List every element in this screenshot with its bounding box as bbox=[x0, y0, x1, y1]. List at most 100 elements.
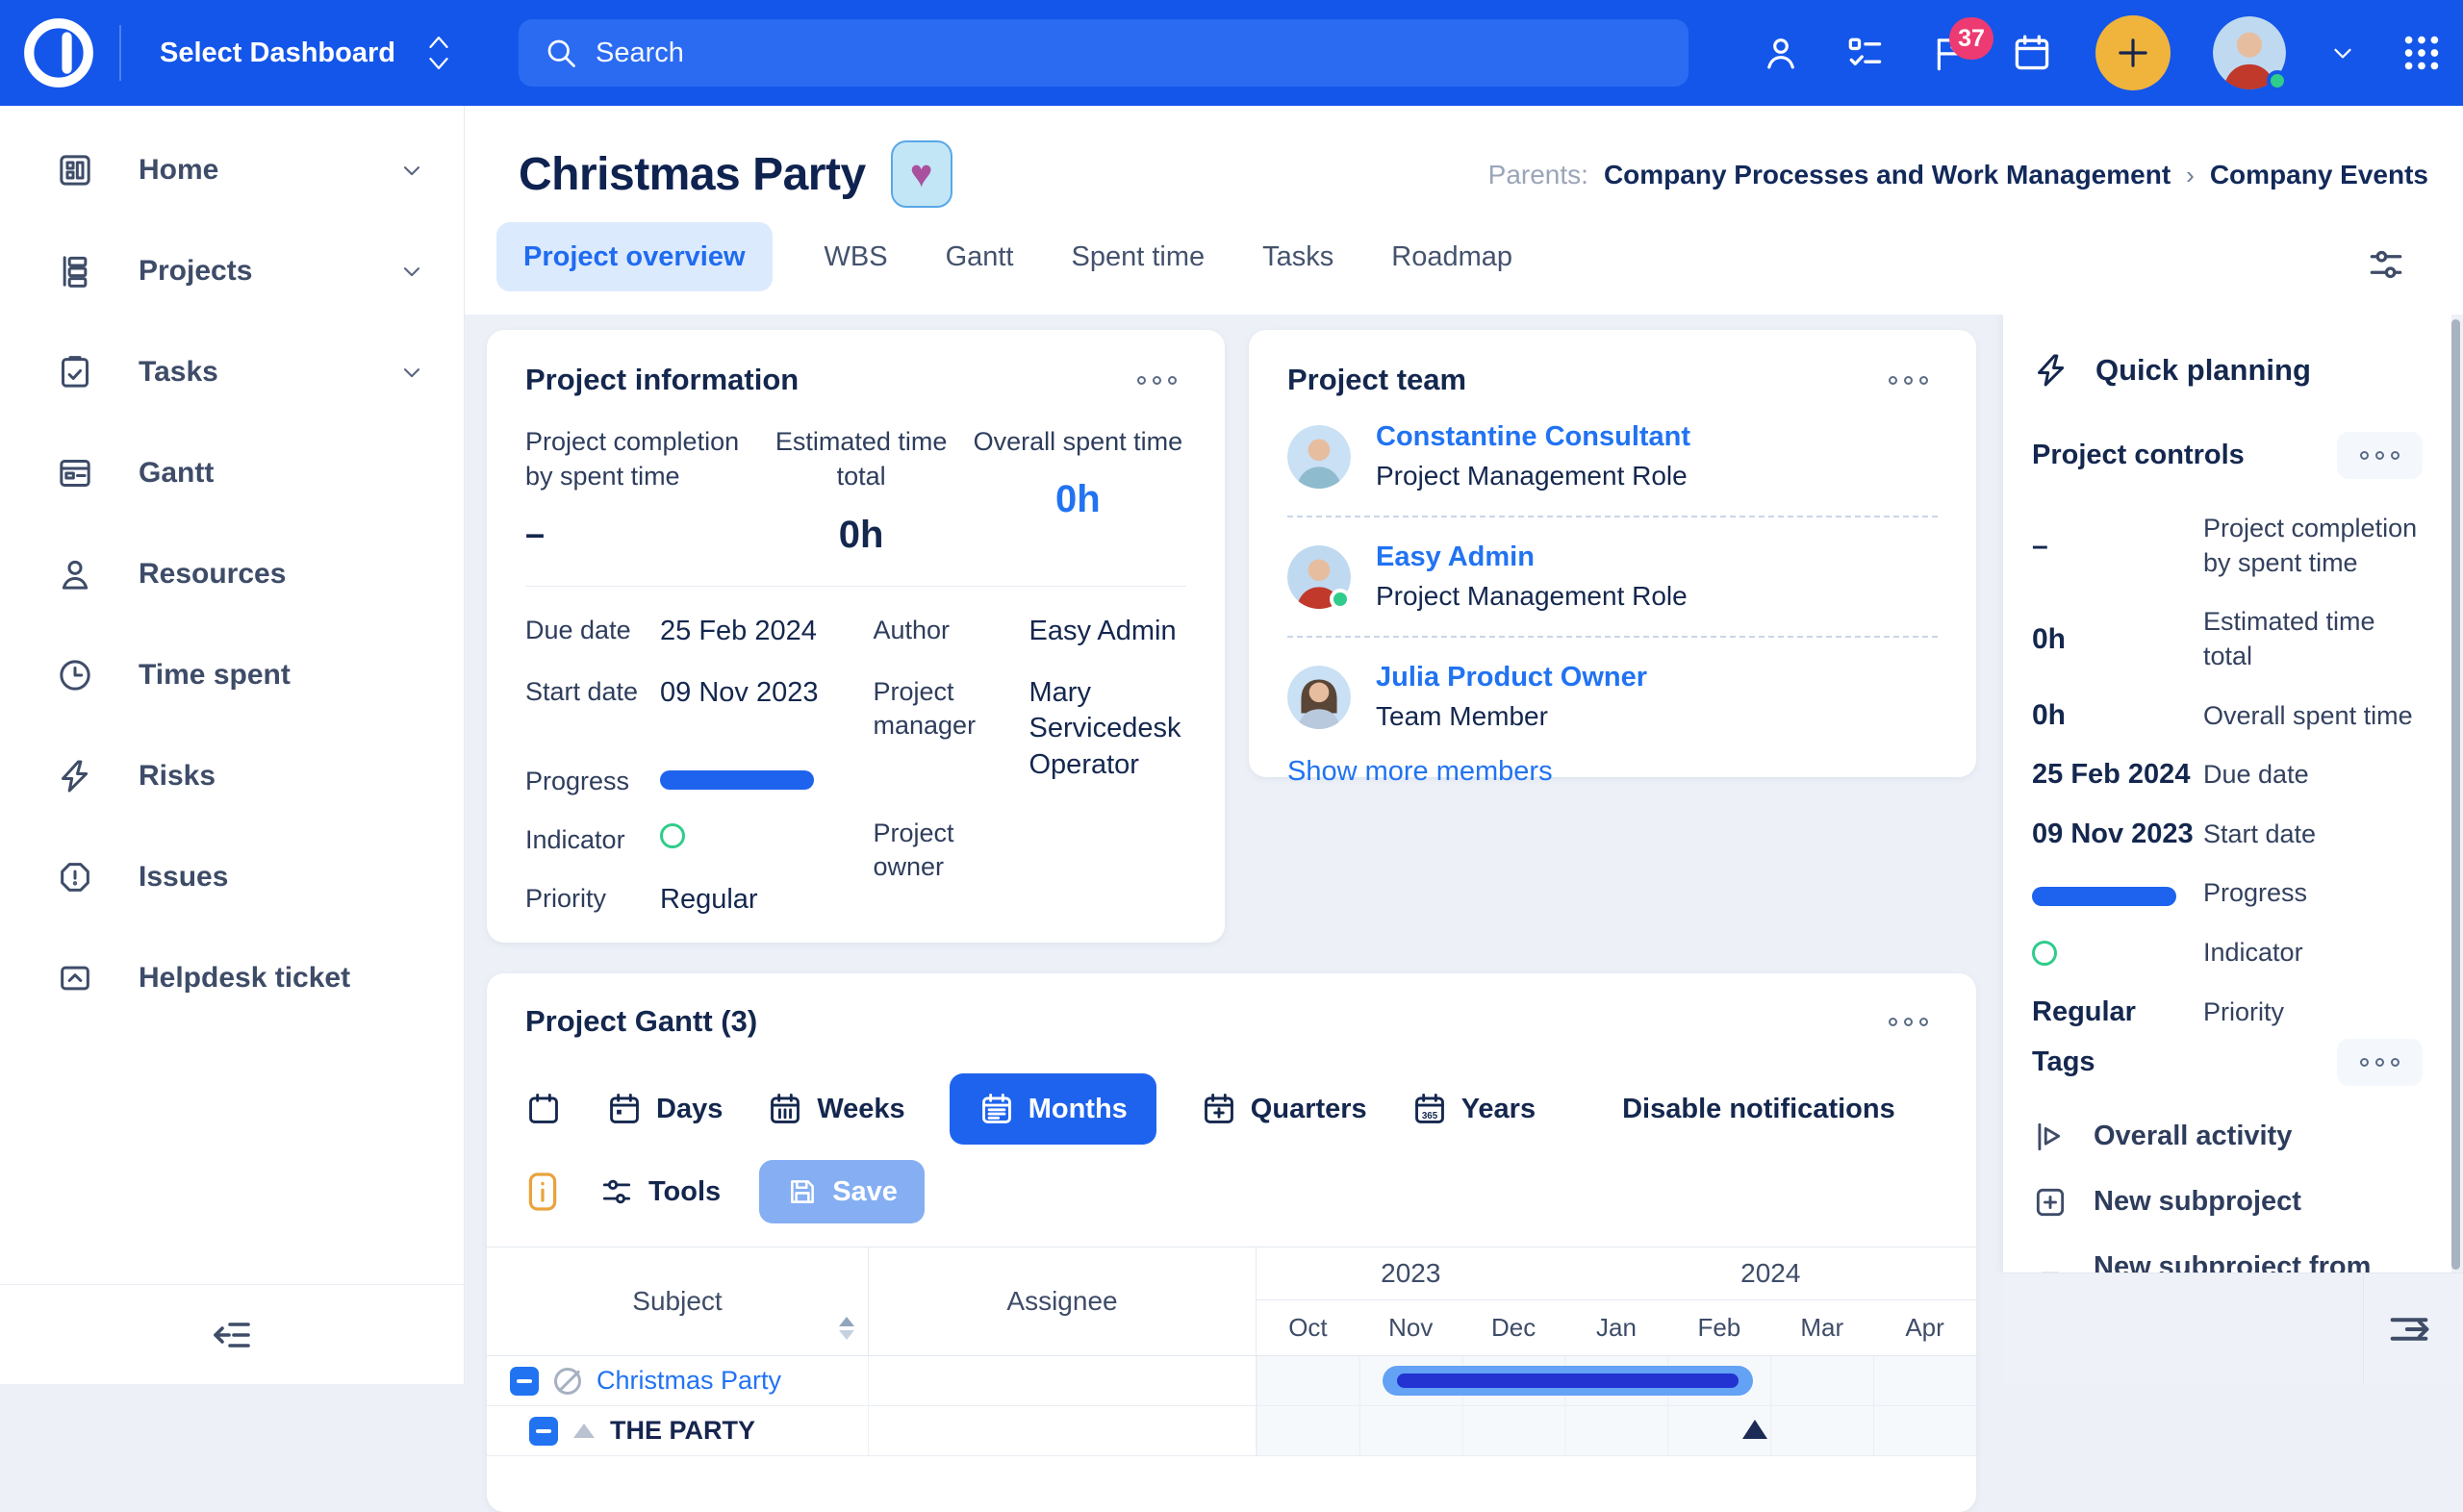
gantt-row-the-party: THE PARTY bbox=[487, 1406, 1976, 1456]
favorite-button[interactable]: ♥ bbox=[891, 140, 952, 208]
app-logo[interactable] bbox=[19, 13, 98, 92]
person-icon bbox=[56, 555, 94, 593]
card-title: Project Gantt (3) bbox=[525, 1004, 757, 1039]
card-menu-button[interactable] bbox=[1128, 366, 1186, 394]
milestone-marker[interactable] bbox=[1742, 1420, 1767, 1439]
sort-arrows[interactable] bbox=[839, 1317, 854, 1340]
gantt-row-christmas-party: Christmas Party bbox=[487, 1356, 1976, 1406]
progress-bar bbox=[2032, 887, 2176, 906]
sidebar-item-helpdesk-ticket[interactable]: Helpdesk ticket bbox=[0, 927, 464, 1028]
timeline-month: Oct bbox=[1257, 1300, 1359, 1355]
show-more-members-link[interactable]: Show more members bbox=[1287, 756, 1938, 788]
collapse-row-button[interactable] bbox=[529, 1417, 558, 1446]
online-status-dot bbox=[2267, 70, 2288, 91]
checklist-icon[interactable] bbox=[1843, 32, 1886, 74]
projects-tree-icon bbox=[56, 252, 94, 290]
gantt-bar[interactable] bbox=[1383, 1366, 1753, 1396]
overall-activity-item[interactable]: Overall activity bbox=[2032, 1119, 2423, 1155]
sidebar-item-risks[interactable]: Risks bbox=[0, 725, 464, 826]
collapse-row-button[interactable] bbox=[510, 1367, 539, 1396]
stat-estimated: Estimated time total 0h bbox=[753, 424, 970, 557]
project-controls-menu-button[interactable] bbox=[2337, 432, 2423, 479]
sidebar-item-resources[interactable]: Resources bbox=[0, 523, 464, 624]
zoom-days-button[interactable]: Days bbox=[606, 1091, 723, 1127]
tab-bar: Project overview WBS Gantt Spent time Ta… bbox=[496, 222, 1518, 291]
empty-project-icon bbox=[554, 1368, 581, 1395]
panel-title: Quick planning bbox=[2095, 353, 2311, 388]
zoom-weeks-button[interactable]: Weeks bbox=[767, 1091, 904, 1127]
row-timeline bbox=[1257, 1406, 1976, 1455]
tools-button[interactable]: Tools bbox=[598, 1173, 721, 1210]
member-role: Project Management Role bbox=[1376, 581, 1688, 612]
row-subject-link[interactable]: THE PARTY bbox=[610, 1416, 755, 1446]
apps-grid-icon[interactable] bbox=[2400, 31, 2444, 75]
calendar-icon[interactable] bbox=[2011, 32, 2053, 74]
sidebar-item-home[interactable]: Home bbox=[0, 119, 464, 220]
search-icon bbox=[544, 36, 578, 70]
parents-label: Parents: bbox=[1488, 160, 1588, 190]
qp-due-date: 25 Feb 2024 Due date bbox=[2032, 758, 2423, 793]
zoom-months-button[interactable]: Months bbox=[950, 1073, 1156, 1145]
chevron-down-icon[interactable] bbox=[2328, 38, 2357, 67]
column-header-assignee[interactable]: Assignee bbox=[869, 1247, 1257, 1355]
tab-project-overview[interactable]: Project overview bbox=[496, 222, 773, 291]
sidebar-item-gantt[interactable]: Gantt bbox=[0, 422, 464, 523]
card-menu-button[interactable] bbox=[1879, 1008, 1938, 1036]
breadcrumb-link-parent1[interactable]: Company Processes and Work Management bbox=[1604, 160, 2171, 190]
member-name-link[interactable]: Constantine Consultant bbox=[1376, 421, 1690, 452]
create-button[interactable] bbox=[2095, 15, 2171, 90]
chevron-down-icon[interactable] bbox=[398, 258, 425, 285]
zoom-years-button[interactable]: 365 Years bbox=[1411, 1091, 1536, 1127]
column-header-subject[interactable]: Subject bbox=[487, 1247, 869, 1355]
sidebar-item-tasks[interactable]: Tasks bbox=[0, 321, 464, 422]
sidebar-item-label: Time spent bbox=[139, 659, 291, 692]
member-name-link[interactable]: Julia Product Owner bbox=[1376, 662, 1647, 693]
chevron-down-icon[interactable] bbox=[398, 157, 425, 184]
save-button[interactable]: Save bbox=[759, 1160, 925, 1223]
tags-menu-button[interactable] bbox=[2337, 1039, 2423, 1086]
activity-play-icon bbox=[2032, 1119, 2069, 1155]
breadcrumb-link-parent2[interactable]: Company Events bbox=[2210, 160, 2428, 190]
calendar-icon bbox=[525, 1091, 562, 1127]
card-title: Project information bbox=[525, 363, 799, 397]
tab-wbs[interactable]: WBS bbox=[819, 222, 894, 291]
tab-gantt[interactable]: Gantt bbox=[940, 222, 1020, 291]
avatar bbox=[1287, 666, 1351, 729]
new-subproject-from-template-item[interactable]: New subproject from template bbox=[2032, 1249, 2423, 1273]
qp-estimated: 0h Estimated time total bbox=[2032, 605, 2423, 673]
member-name-link[interactable]: Easy Admin bbox=[1376, 542, 1535, 572]
dashboard-selector[interactable]: Select Dashboard bbox=[160, 32, 453, 74]
tab-spent-time[interactable]: Spent time bbox=[1066, 222, 1211, 291]
sidebar-footer bbox=[0, 1284, 464, 1384]
zoom-quarters-button[interactable]: Quarters bbox=[1201, 1091, 1367, 1127]
row-subject-link[interactable]: Christmas Party bbox=[597, 1366, 781, 1396]
qp-start-date: 09 Nov 2023 Start date bbox=[2032, 818, 2423, 852]
sidebar-item-label: Risks bbox=[139, 760, 216, 793]
home-dashboard-icon bbox=[56, 151, 94, 189]
card-title: Project team bbox=[1287, 363, 1466, 397]
search-input[interactable] bbox=[596, 38, 1663, 69]
customize-page-icon[interactable] bbox=[2365, 243, 2407, 286]
tab-roadmap[interactable]: Roadmap bbox=[1385, 222, 1518, 291]
gantt-chart-icon bbox=[56, 454, 94, 492]
chevron-down-icon[interactable] bbox=[398, 359, 425, 386]
notifications-flag-icon[interactable]: 37 bbox=[1928, 33, 1968, 73]
sidebar-item-projects[interactable]: Projects bbox=[0, 220, 464, 321]
disable-notifications-button[interactable]: Disable notifications bbox=[1622, 1094, 1895, 1125]
tab-tasks[interactable]: Tasks bbox=[1257, 222, 1339, 291]
sidebar-item-issues[interactable]: Issues bbox=[0, 826, 464, 927]
member-role: Team Member bbox=[1376, 701, 1647, 732]
page-scrollbar[interactable] bbox=[2451, 319, 2460, 1270]
calendar-button[interactable] bbox=[525, 1091, 562, 1127]
card-menu-button[interactable] bbox=[1879, 366, 1938, 394]
new-subproject-item[interactable]: New subproject bbox=[2032, 1184, 2423, 1221]
lightning-icon bbox=[56, 757, 94, 795]
user-avatar[interactable] bbox=[2213, 16, 2286, 89]
info-icon[interactable] bbox=[525, 1171, 560, 1213]
field-progress: Progress bbox=[525, 765, 839, 798]
expand-panel-icon[interactable] bbox=[2384, 1304, 2434, 1354]
collapse-sidebar-button[interactable] bbox=[209, 1312, 255, 1358]
sidebar-item-time-spent[interactable]: Time spent bbox=[0, 624, 464, 725]
calendar-week-icon bbox=[767, 1091, 803, 1127]
profile-icon[interactable] bbox=[1761, 33, 1801, 73]
